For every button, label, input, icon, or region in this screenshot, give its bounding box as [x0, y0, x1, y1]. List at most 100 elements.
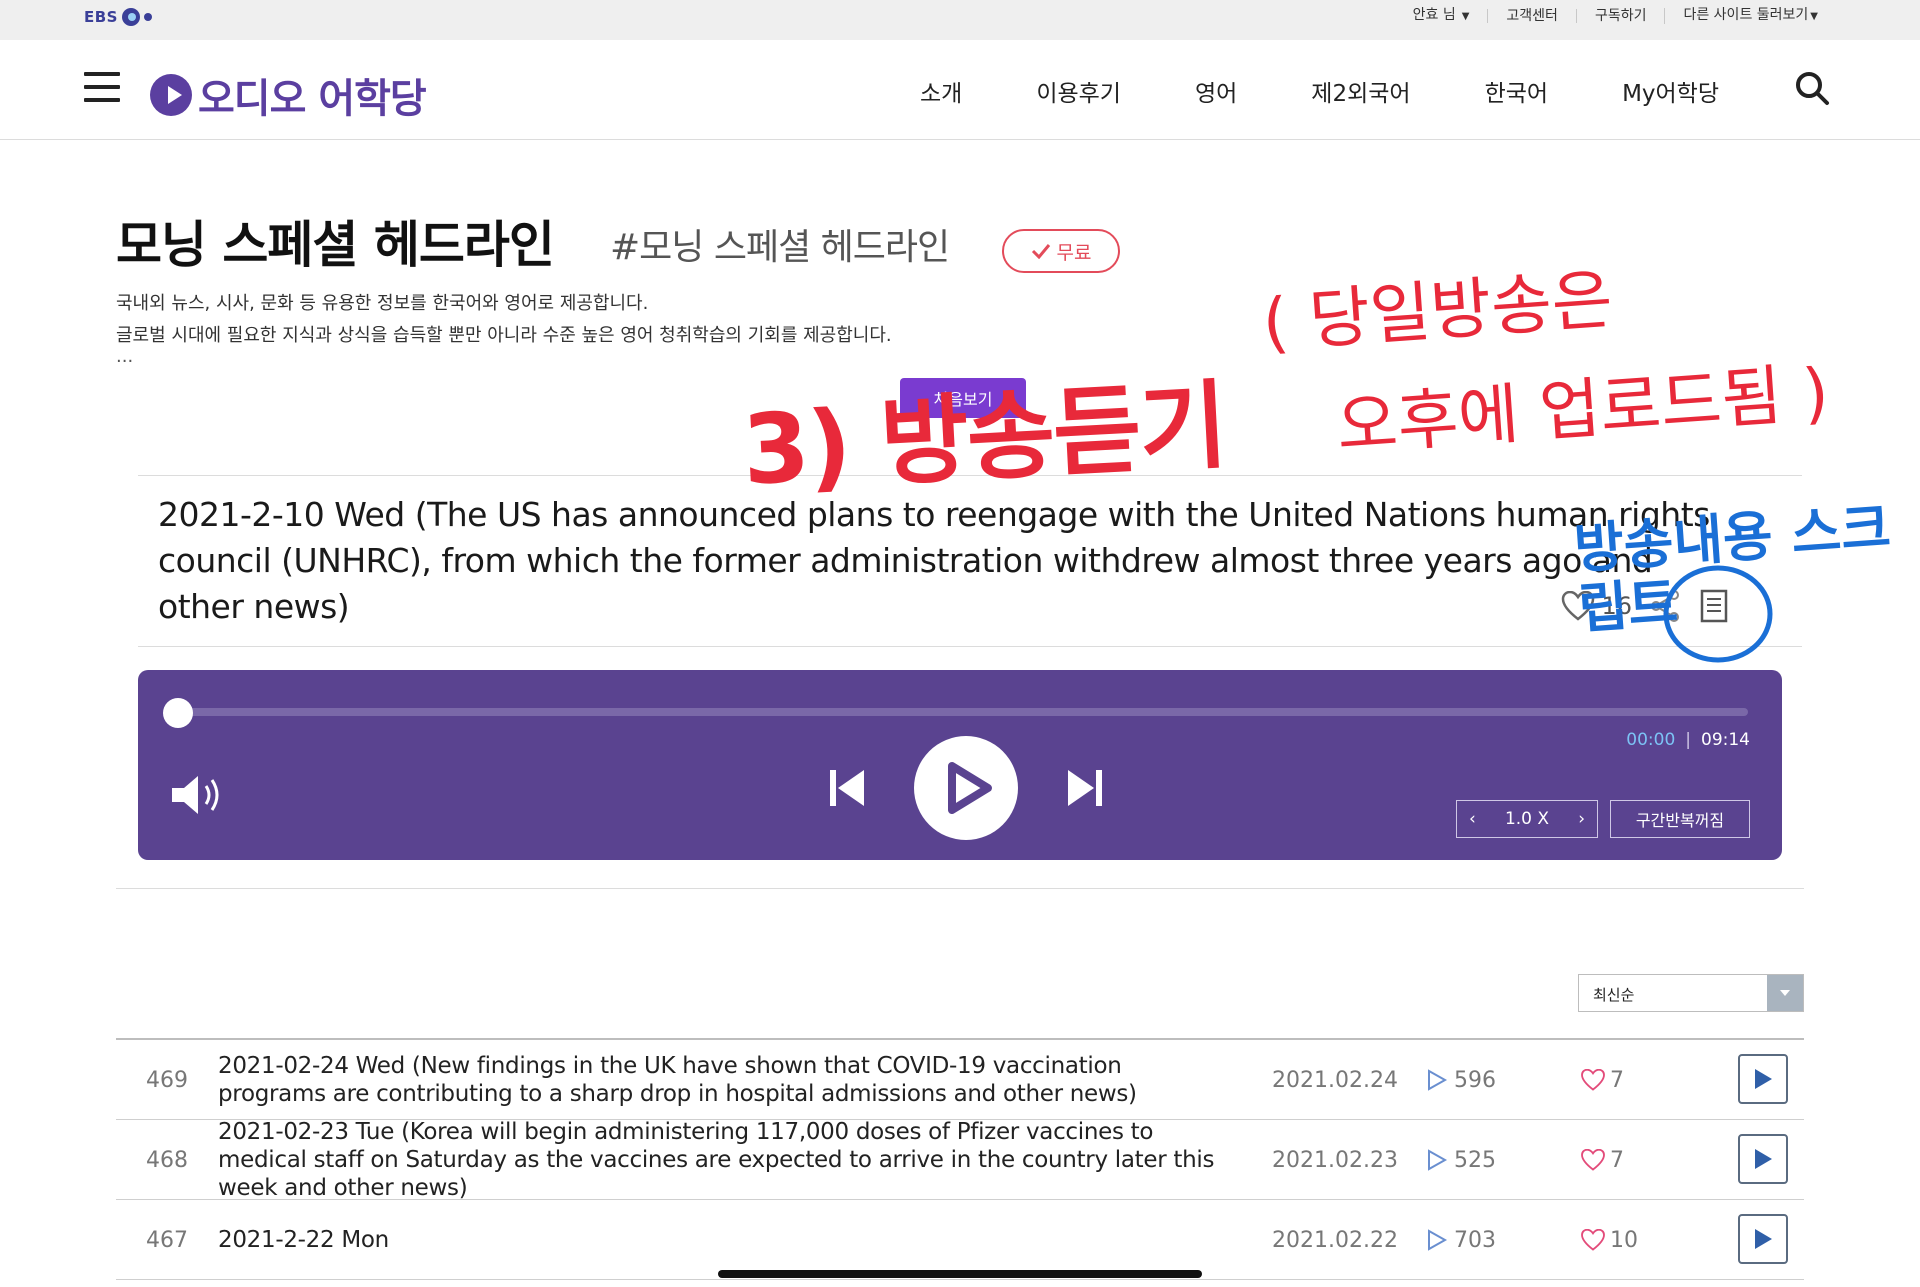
episode-number: 469	[146, 1067, 188, 1093]
program-title: 모닝 스페셜 헤드라인	[116, 216, 555, 274]
play-count: 596	[1426, 1040, 1496, 1120]
ebs-logo[interactable]: EBS	[84, 8, 152, 26]
episode-title: 2021-2-10 Wed (The US has announced plan…	[158, 495, 1710, 626]
play-outline-icon	[1428, 1229, 1448, 1251]
time-display: 00:00 | 09:14	[1626, 730, 1750, 750]
dropdown-arrow-icon	[1767, 975, 1803, 1011]
ebs-logo-text: EBS	[84, 8, 118, 26]
user-name: 안효 님	[1412, 7, 1456, 23]
progress-thumb[interactable]	[163, 698, 193, 728]
play-count: 703	[1426, 1200, 1496, 1280]
play-count: 525	[1426, 1120, 1496, 1200]
nav-item-my[interactable]: My어학당	[1622, 74, 1719, 108]
free-badge-label: 무료	[1056, 241, 1092, 264]
current-time: 00:00	[1626, 730, 1676, 750]
previous-icon[interactable]	[828, 766, 868, 810]
play-count-value: 525	[1454, 1147, 1496, 1173]
annotation-upload-note-2: 오후에 업로드됨 )	[1334, 353, 1832, 466]
home-indicator	[718, 1270, 1202, 1278]
volume-icon[interactable]	[168, 770, 228, 820]
list-play-button[interactable]	[1738, 1054, 1788, 1104]
like-count-cell[interactable]: 10	[1580, 1200, 1638, 1280]
episode-date: 2021.02.23	[1272, 1147, 1398, 1173]
ebs-logo-dot-icon	[143, 13, 152, 21]
episode-date: 2021.02.24	[1272, 1067, 1398, 1093]
play-button[interactable]	[914, 736, 1018, 840]
episode-list-title[interactable]: 2021-02-24 Wed (New findings in the UK h…	[218, 1040, 1218, 1120]
brand-logo[interactable]: 오디오 어학당	[150, 66, 427, 124]
sort-select[interactable]: 최신순	[1578, 974, 1804, 1012]
check-icon	[1031, 244, 1050, 259]
other-sites-label: 다른 사이트 둘러보기	[1683, 7, 1809, 23]
ebs-logo-mark-icon	[121, 8, 140, 26]
play-count-value: 596	[1454, 1067, 1496, 1093]
section-repeat-button[interactable]: 구간반복꺼짐	[1610, 800, 1750, 838]
speed-down-icon[interactable]: ‹	[1469, 809, 1476, 829]
annotation-circle	[1663, 565, 1773, 663]
heart-icon	[1581, 1069, 1605, 1091]
free-badge: 무료	[1002, 229, 1120, 273]
speed-control: ‹ 1.0 X ›	[1456, 800, 1598, 838]
nav-item-second-language[interactable]: 제2외국어	[1311, 74, 1410, 108]
annotation-upload-note-1: ( 당일방송은	[1260, 260, 1615, 363]
subscribe-link[interactable]: 구독하기	[1575, 9, 1665, 23]
speed-value: 1.0 X	[1504, 809, 1550, 829]
episode-list-title[interactable]: 2021-02-23 Tue (Korea will begin adminis…	[218, 1119, 1218, 1201]
time-separator: |	[1685, 730, 1691, 750]
play-icon	[948, 762, 992, 814]
play-outline-icon	[1428, 1069, 1448, 1091]
section-divider	[116, 888, 1804, 889]
brand-name: 오디오 어학당	[198, 76, 427, 122]
description-line: 국내외 뉴스, 시사, 문화 등 유용한 정보를 한국어와 영어로 제공합니다.	[116, 293, 649, 314]
main-header: 오디오 어학당 소개 이용후기 영어 제2외국어 한국어 My어학당	[0, 40, 1920, 140]
next-icon[interactable]	[1064, 766, 1104, 810]
nav-item-intro[interactable]: 소개	[920, 74, 962, 108]
description-line: 글로벌 시대에 필요한 지식과 상식을 습득할 뿐만 아니라 수준 높은 영어 …	[116, 325, 892, 346]
caret-down-icon: ▼	[1810, 11, 1818, 22]
list-item[interactable]: 468 2021-02-23 Tue (Korea will begin adm…	[116, 1119, 1804, 1201]
user-menu[interactable]: 안효 님 ▼	[1395, 8, 1488, 24]
progress-track[interactable]	[178, 708, 1748, 716]
brand-play-icon	[150, 74, 192, 116]
sort-selected: 최신순	[1593, 986, 1635, 1004]
list-item[interactable]: 469 2021-02-24 Wed (New findings in the …	[116, 1040, 1804, 1120]
caret-down-icon: ▼	[1461, 11, 1470, 22]
heart-icon	[1581, 1229, 1605, 1251]
nav-item-english[interactable]: 영어	[1195, 74, 1237, 108]
search-icon[interactable]	[1794, 70, 1830, 106]
like-count-value: 10	[1610, 1227, 1638, 1253]
top-utility-bar: EBS 안효 님 ▼ 고객센터 구독하기 다른 사이트 둘러보기 ▼	[0, 0, 1920, 40]
episode-number: 467	[146, 1227, 188, 1253]
nav-item-korean[interactable]: 한국어	[1485, 74, 1548, 108]
list-play-button[interactable]	[1738, 1214, 1788, 1264]
playback-controls	[828, 736, 1104, 840]
menu-icon[interactable]	[84, 72, 120, 102]
total-time: 09:14	[1701, 730, 1750, 750]
play-count-value: 703	[1454, 1227, 1496, 1253]
episode-header: 2021-2-10 Wed (The US has announced plan…	[138, 475, 1802, 647]
episode-date: 2021.02.22	[1272, 1227, 1398, 1253]
speed-up-icon[interactable]: ›	[1578, 809, 1585, 829]
program-description: 국내외 뉴스, 시사, 문화 등 유용한 정보를 한국어와 영어로 제공합니다.…	[116, 288, 892, 352]
audio-player: 00:00 | 09:14 ‹ 1.0 X › 구간반복꺼짐	[138, 670, 1782, 860]
annotation-listen: 3) 방송듣기	[739, 369, 1229, 507]
like-count-value: 7	[1610, 1147, 1624, 1173]
customer-center-link[interactable]: 고객센터	[1487, 9, 1576, 23]
play-icon	[1755, 1149, 1772, 1169]
like-count-value: 7	[1610, 1067, 1624, 1093]
episode-list-title[interactable]: 2021-2-22 Mon	[218, 1200, 1218, 1280]
nav-item-reviews[interactable]: 이용후기	[1036, 74, 1121, 108]
global-nav: 소개 이용후기 영어 제2외국어 한국어 My어학당	[920, 74, 1793, 108]
like-count-cell[interactable]: 7	[1580, 1120, 1624, 1200]
list-play-button[interactable]	[1738, 1134, 1788, 1184]
heart-icon	[1581, 1149, 1605, 1171]
play-icon	[1755, 1229, 1772, 1249]
like-count-cell[interactable]: 7	[1580, 1040, 1624, 1120]
more-ellipsis[interactable]: ...	[116, 346, 133, 367]
program-tag: #모닝 스페셜 헤드라인	[610, 227, 950, 268]
play-icon	[1755, 1069, 1772, 1089]
episode-number: 468	[146, 1147, 188, 1173]
other-sites-link[interactable]: 다른 사이트 둘러보기 ▼	[1664, 8, 1836, 24]
utility-links: 안효 님 ▼ 고객센터 구독하기 다른 사이트 둘러보기 ▼	[1395, 8, 1836, 24]
list-item[interactable]: 467 2021-2-22 Mon 2021.02.22 703 10	[116, 1200, 1804, 1280]
